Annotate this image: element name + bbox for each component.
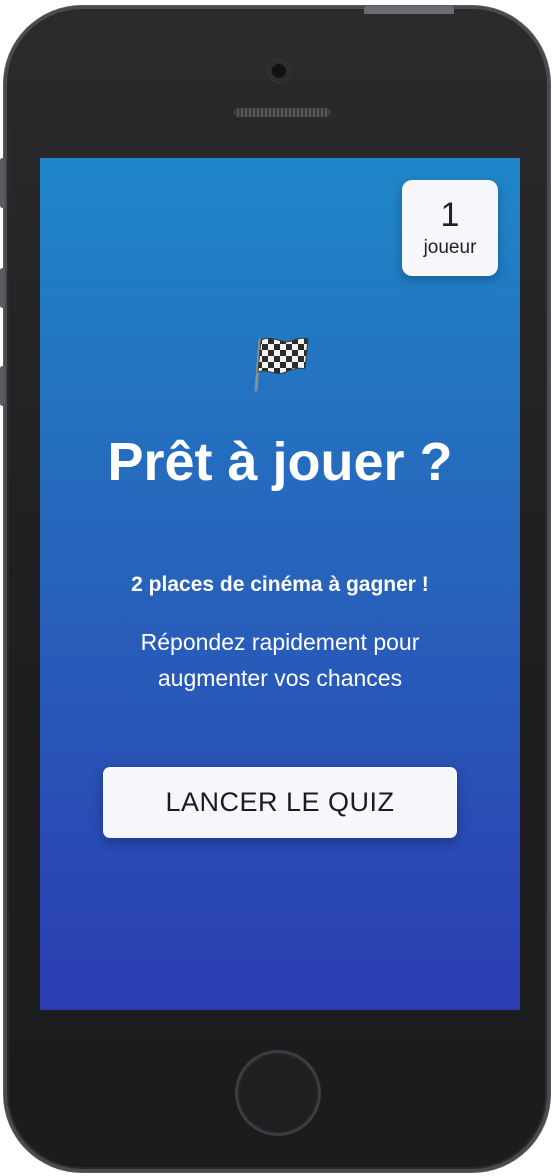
power-button [364, 6, 454, 14]
home-button[interactable] [235, 1050, 321, 1136]
app-screen: 1 joueur Prêt à jouer ? 2 places de ciné… [40, 158, 520, 1010]
prize-text: 2 places de cinéma à gagner ! [131, 573, 429, 596]
checkered-flag-icon [254, 337, 309, 392]
player-count-badge: 1 joueur [402, 180, 498, 276]
mute-switch [0, 158, 5, 208]
volume-up-button [0, 268, 5, 308]
page-title: Prêt à jouer ? [107, 432, 453, 492]
description-text: Répondez rapidement pour augmenter vos c… [140, 629, 420, 691]
earpiece-speaker [233, 107, 331, 118]
player-label: joueur [423, 237, 477, 258]
player-count: 1 [440, 196, 460, 234]
volume-down-button [0, 366, 5, 406]
front-camera [268, 60, 290, 82]
start-quiz-button[interactable]: LANCER LE QUIZ [103, 767, 457, 838]
